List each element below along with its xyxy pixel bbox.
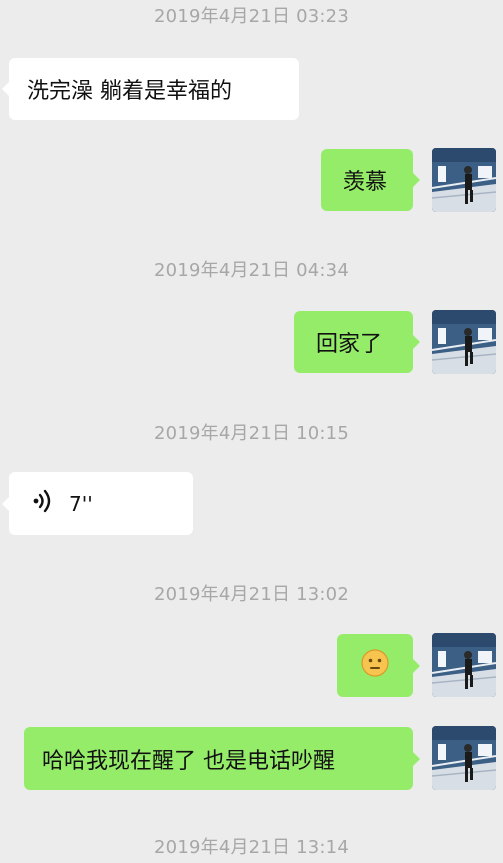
timestamp: 2019年4月21日 13:02 — [154, 584, 349, 605]
message-text: 羡慕 — [343, 170, 388, 195]
neutral-face-emoji-icon — [360, 648, 390, 684]
avatar[interactable] — [432, 310, 496, 374]
timestamp: 2019年4月21日 03:23 — [154, 6, 349, 27]
message-bubble-outgoing[interactable]: 羡慕 — [321, 149, 420, 211]
message-bubble-outgoing[interactable]: 回家了 — [294, 311, 420, 373]
message-text: 哈哈我现在醒了 也是电话吵醒 — [42, 748, 335, 774]
message-text: 回家了 — [316, 332, 383, 357]
avatar-photo-icon — [432, 633, 496, 697]
message-bubble-incoming[interactable]: 洗完澡 躺着是幸福的 — [2, 58, 299, 120]
emoji-message-bubble[interactable] — [337, 634, 420, 697]
timestamp: 2019年4月21日 13:14 — [154, 837, 349, 858]
message-text: 洗完澡 躺着是幸福的 — [27, 79, 232, 104]
voice-wave-icon — [33, 489, 53, 519]
avatar[interactable] — [432, 633, 496, 697]
voice-message-bubble[interactable]: 7'' — [2, 472, 193, 535]
voice-duration: 7'' — [69, 491, 93, 516]
avatar[interactable] — [432, 726, 496, 790]
avatar-photo-icon — [432, 148, 496, 212]
avatar[interactable] — [432, 148, 496, 212]
chat-screen: 2019年4月21日 03:23 洗完澡 躺着是幸福的 羡慕 2019年4月21… — [0, 0, 503, 863]
avatar-photo-icon — [432, 310, 496, 374]
timestamp: 2019年4月21日 04:34 — [154, 260, 349, 281]
avatar-photo-icon — [432, 726, 496, 790]
timestamp: 2019年4月21日 10:15 — [154, 423, 349, 444]
message-bubble-outgoing[interactable]: 哈哈我现在醒了 也是电话吵醒 — [24, 727, 420, 790]
